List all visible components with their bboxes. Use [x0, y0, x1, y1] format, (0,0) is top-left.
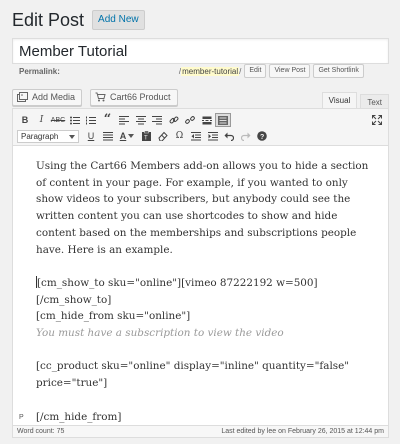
post-title-box — [12, 38, 389, 64]
align-left-icon[interactable] — [116, 113, 132, 127]
toolbar-row-1: B I ABC “ — [17, 113, 232, 127]
page-title: Edit Post — [12, 9, 85, 30]
strikethrough-icon[interactable]: ABC — [50, 113, 66, 127]
word-count-label: Word count: — [17, 428, 55, 435]
last-edited-text: Last edited by lee on February 26, 2015 … — [221, 428, 384, 435]
element-path[interactable]: P — [19, 414, 24, 421]
outdent-icon[interactable] — [188, 129, 204, 143]
permalink-edit-button[interactable]: Edit — [244, 64, 267, 78]
cart66-product-label: Cart66 Product — [110, 92, 171, 102]
text-color-icon[interactable]: A — [116, 129, 138, 143]
shortcode-hide-line: [cm_hide_from sku="online"] — [36, 310, 191, 323]
clear-formatting-icon[interactable] — [155, 129, 171, 143]
editor: B I ABC “ Paragraph U A T Ω ? Using the … — [12, 108, 389, 426]
format-select[interactable]: Paragraph — [17, 129, 79, 143]
editor-content[interactable]: Using the Cart66 Members add-on allows y… — [13, 146, 388, 425]
align-center-icon[interactable] — [133, 113, 149, 127]
permalink-url: / member-tutorial / — [179, 66, 242, 76]
word-count: Word count: 75 — [17, 428, 64, 435]
align-right-icon[interactable] — [149, 113, 165, 127]
content-paragraph: Using the Cart66 Members add-on allows y… — [36, 160, 369, 256]
unlink-icon[interactable] — [182, 113, 198, 127]
subscription-notice: You must have a subscription to view the… — [36, 327, 284, 340]
bold-icon[interactable]: B — [17, 113, 33, 127]
editor-tabs: Visual Text — [319, 92, 389, 108]
add-media-label: Add Media — [32, 92, 76, 102]
post-title-input[interactable] — [13, 39, 388, 63]
blockquote-icon[interactable]: “ — [100, 113, 116, 127]
undo-icon[interactable] — [221, 129, 237, 143]
editor-toolbar: B I ABC “ Paragraph U A T Ω ? — [13, 109, 388, 146]
chevron-down-icon — [69, 132, 75, 141]
bullet-list-icon[interactable] — [67, 113, 83, 127]
paste-as-text-icon[interactable]: T — [139, 129, 155, 143]
shortcode-show-line: [cm_show_to sku="online"][vimeo 87222192… — [36, 275, 370, 308]
shortcode-product-line-1: [cc_product sku="online" display="inline… — [36, 360, 350, 373]
media-icon — [17, 92, 28, 102]
fullscreen-icon[interactable] — [370, 113, 384, 127]
tab-text[interactable]: Text — [360, 94, 389, 108]
permalink-label: Permalink: — [19, 66, 60, 76]
format-select-value: Paragraph — [21, 131, 59, 141]
cart66-product-button[interactable]: Cart66 Product — [90, 88, 178, 106]
svg-text:?: ? — [260, 134, 264, 141]
svg-text:T: T — [144, 136, 148, 142]
media-buttons: Add Media Cart66 Product — [12, 88, 186, 106]
view-post-button[interactable]: View Post — [269, 64, 311, 78]
read-more-icon[interactable] — [199, 113, 215, 127]
link-icon[interactable] — [166, 113, 182, 127]
indent-icon[interactable] — [205, 129, 221, 143]
permalink-suffix: / — [239, 66, 242, 76]
page-header: Edit Post Add New — [12, 8, 145, 32]
underline-icon[interactable]: U — [83, 129, 99, 143]
permalink-row: Permalink: / member-tutorial / Edit View… — [19, 63, 389, 79]
shortcode-product-line-2: price="true"] — [36, 377, 108, 390]
justify-icon[interactable] — [100, 129, 116, 143]
numbered-list-icon[interactable] — [83, 113, 99, 127]
toolbar-row-2: Paragraph U A T Ω ? — [17, 129, 271, 143]
tab-visual[interactable]: Visual — [321, 92, 358, 108]
editor-footer: Word count: 75 Last edited by lee on Feb… — [12, 426, 389, 438]
italic-icon[interactable]: I — [34, 113, 50, 127]
add-media-button[interactable]: Add Media — [12, 88, 83, 106]
special-character-icon[interactable]: Ω — [172, 129, 188, 143]
shortcode-show-text: [cm_show_to sku="online"][vimeo 87222192… — [36, 276, 318, 306]
shortcode-hide-end-line: [/cm_hide_from] — [36, 410, 122, 423]
redo-icon[interactable] — [238, 129, 254, 143]
get-shortlink-button[interactable]: Get Shortlink — [313, 64, 364, 78]
word-count-value: 75 — [56, 428, 65, 435]
permalink-slug[interactable]: member-tutorial — [181, 66, 240, 76]
toolbar-toggle-icon[interactable] — [215, 113, 231, 127]
cart-icon — [95, 92, 106, 102]
help-icon[interactable]: ? — [254, 129, 270, 143]
add-new-button[interactable]: Add New — [92, 10, 145, 30]
